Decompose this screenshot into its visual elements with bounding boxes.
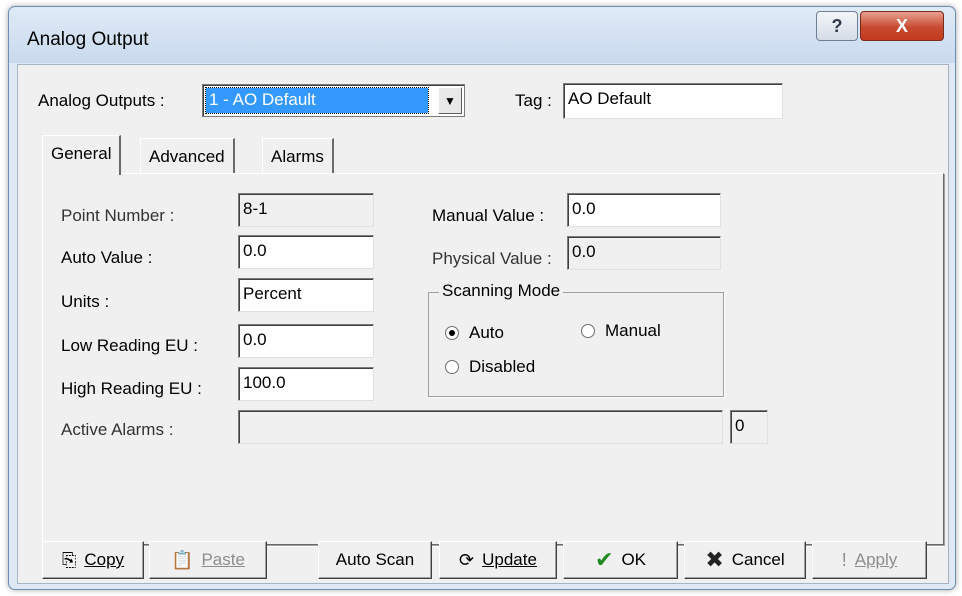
refresh-icon: ⟳ (459, 550, 475, 570)
point-number-label: Point Number : (61, 206, 175, 225)
help-button[interactable]: ? (816, 11, 858, 41)
exclamation-icon: ! (841, 550, 847, 570)
physical-value-label: Physical Value : (432, 249, 552, 268)
paste-icon: 📋 (171, 550, 194, 570)
scan-mode-manual-label: Manual (605, 321, 661, 340)
apply-button[interactable]: ! Apply (812, 541, 927, 579)
radio-selected-icon (445, 326, 459, 340)
close-button[interactable]: X (860, 11, 944, 41)
analog-outputs-selected-value: 1 - AO Default (205, 87, 429, 114)
window-title: Analog Output (27, 29, 149, 50)
chevron-down-icon[interactable]: ▼ (438, 87, 462, 114)
paste-button-label: Paste (201, 550, 245, 569)
analog-outputs-select[interactable]: 1 - AO Default ▼ (202, 84, 465, 117)
tag-input[interactable]: AO Default (563, 83, 783, 119)
auto-scan-button-label: Auto Scan (335, 550, 415, 569)
copy-icon: ⎘ (61, 550, 77, 570)
low-reading-label: Low Reading EU : (61, 336, 199, 355)
active-alarms-count: 0 (730, 410, 768, 444)
dialog-body: Analog Outputs : 1 - AO Default ▼ Tag : … (17, 64, 949, 584)
high-reading-label: High Reading EU : (61, 379, 202, 398)
units-input[interactable]: Percent (238, 278, 374, 312)
checkmark-icon: ✔ (595, 547, 614, 572)
tab-alarms[interactable]: Alarms (262, 138, 334, 174)
scanning-mode-title: Scanning Mode (439, 281, 564, 301)
manual-value-label: Manual Value : (432, 206, 545, 225)
scan-mode-auto-radio[interactable]: Auto (445, 323, 504, 343)
tag-label: Tag : (515, 91, 552, 110)
cancel-button-label: Cancel (731, 550, 785, 569)
auto-value-input[interactable]: 0.0 (238, 235, 374, 269)
paste-button[interactable]: 📋 Paste (149, 541, 267, 579)
auto-scan-button[interactable]: Auto Scan (318, 541, 432, 579)
scan-mode-disabled-radio[interactable]: Disabled (445, 357, 535, 377)
radio-unselected-icon (581, 324, 595, 338)
analog-output-dialog: Analog Output ? X Analog Outputs : 1 - A… (8, 6, 956, 590)
units-label: Units : (61, 292, 110, 311)
scan-mode-disabled-label: Disabled (469, 357, 536, 376)
tab-general[interactable]: General (42, 135, 122, 175)
scanning-mode-group: Scanning Mode Auto Manual Disabled (428, 281, 724, 397)
copy-button[interactable]: ⎘ Copy (42, 541, 144, 579)
apply-button-label: Apply (854, 550, 898, 569)
ok-button-label: OK (621, 550, 646, 569)
manual-value-input[interactable]: 0.0 (567, 193, 721, 227)
low-reading-input[interactable]: 0.0 (238, 324, 374, 358)
ok-button[interactable]: ✔ OK (563, 541, 678, 579)
analog-outputs-label: Analog Outputs : (38, 91, 165, 110)
high-reading-input[interactable]: 100.0 (238, 367, 374, 401)
title-bar: Analog Output ? X (9, 7, 955, 63)
scan-mode-auto-label: Auto (469, 323, 504, 342)
point-number-field: 8-1 (238, 193, 374, 227)
update-button-label: Update (482, 550, 537, 569)
copy-button-label: Copy (84, 550, 125, 569)
cancel-button[interactable]: ✖ Cancel (684, 541, 806, 579)
active-alarms-field (238, 410, 723, 444)
update-button[interactable]: ⟳ Update (439, 541, 557, 579)
radio-unselected-icon (445, 360, 459, 374)
x-icon: ✖ (705, 547, 724, 572)
active-alarms-label: Active Alarms : (61, 420, 174, 439)
auto-value-label: Auto Value : (61, 248, 153, 267)
tab-advanced[interactable]: Advanced (140, 138, 235, 174)
physical-value-field: 0.0 (567, 236, 721, 270)
scan-mode-manual-radio[interactable]: Manual (581, 321, 661, 341)
